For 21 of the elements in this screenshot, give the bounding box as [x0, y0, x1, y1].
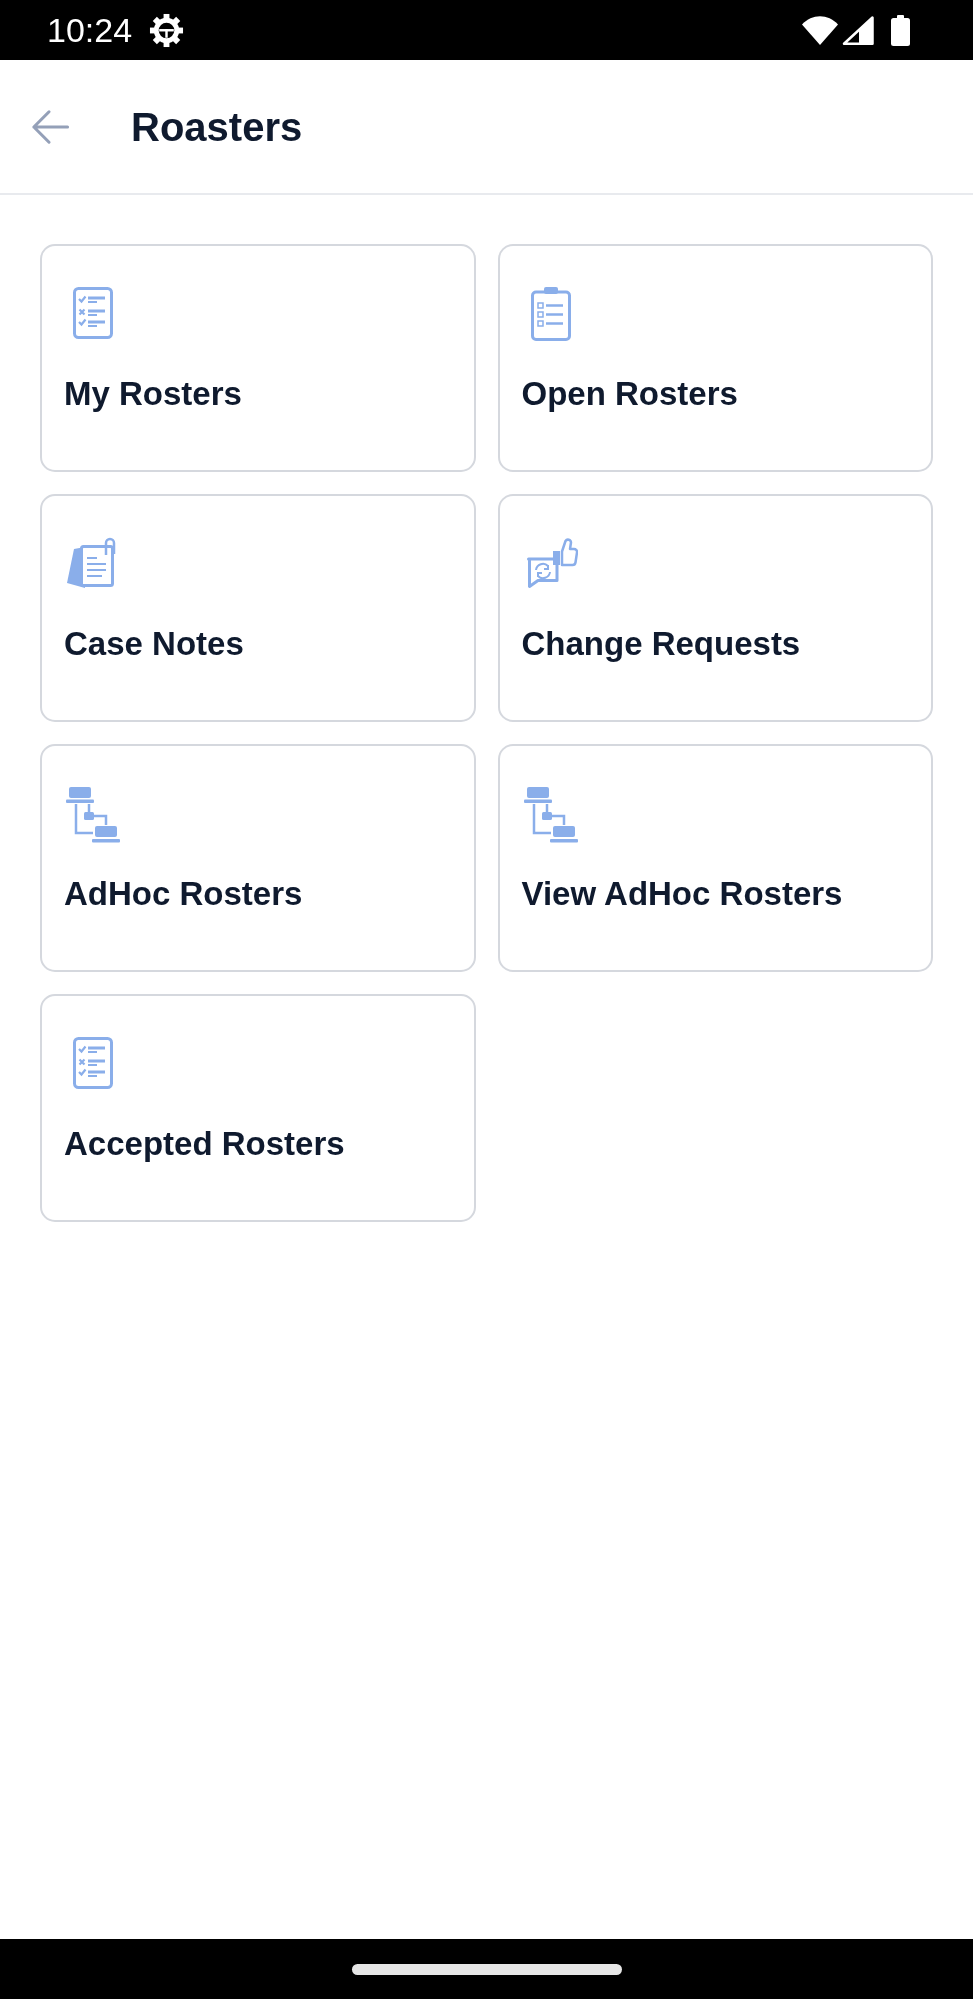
- menu-tile[interactable]: View AdHoc Rosters: [497, 744, 933, 972]
- checklist-document-icon: [73, 287, 113, 339]
- menu-tile[interactable]: Open Rosters: [497, 244, 933, 472]
- back-arrow-icon: [30, 107, 70, 146]
- connected-laptops-icon: [523, 787, 578, 843]
- signal-icon: [841, 15, 874, 45]
- checklist-document-icon: [73, 1037, 113, 1089]
- battery-icon: [891, 14, 910, 46]
- menu-tile[interactable]: My Rosters: [40, 244, 476, 472]
- menu-tile[interactable]: AdHoc Rosters: [40, 744, 476, 972]
- clipboard-list-icon: [530, 287, 571, 341]
- menu-tile[interactable]: Accepted Rosters: [40, 994, 476, 1222]
- menu-tile[interactable]: Case Notes: [40, 494, 476, 722]
- chat-thumbs-up-icon: [525, 537, 578, 589]
- connected-laptops-icon: [66, 787, 120, 843]
- wifi-icon: [802, 15, 838, 45]
- gear-icon: [149, 12, 185, 48]
- screen-title: Roasters: [131, 103, 303, 151]
- menu-tile[interactable]: Change Requests: [497, 494, 933, 722]
- home-handle-icon[interactable]: [351, 1963, 622, 1975]
- status-time: 10:24: [47, 10, 133, 50]
